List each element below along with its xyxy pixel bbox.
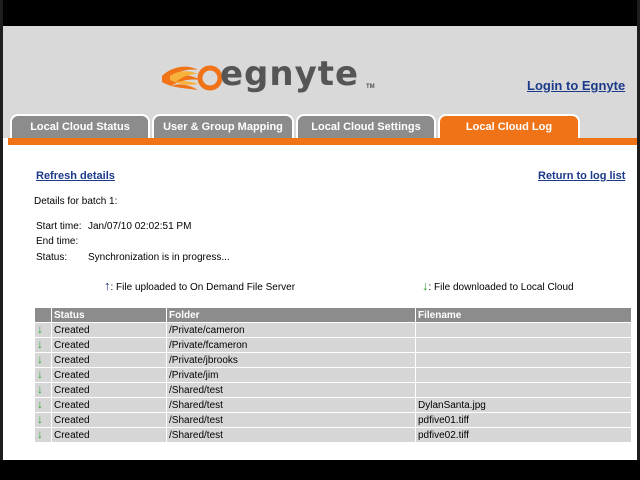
row-status: Created (51, 412, 167, 428)
tab-user-group-mapping[interactable]: User & Group Mapping (152, 114, 294, 138)
status-label: Status: (36, 252, 68, 263)
row-direction: ↓ (35, 367, 52, 383)
row-filename (415, 382, 632, 398)
arrow-down-icon: ↓ (37, 412, 43, 426)
return-to-log-list-link[interactable]: Return to log list (538, 170, 625, 182)
row-direction: ↓ (35, 382, 52, 398)
column-header-status: Status (51, 308, 167, 323)
end-time-label: End time: (36, 236, 79, 247)
upload-legend-text: : File uploaded to On Demand File Server (110, 282, 296, 293)
row-status: Created (51, 322, 167, 338)
row-folder: /Private/cameron (166, 322, 416, 338)
arrow-down-icon: ↓ (37, 397, 43, 411)
row-direction: ↓ (35, 322, 52, 338)
tab-local-cloud-log[interactable]: Local Cloud Log (438, 114, 580, 138)
logo-wordmark: egnyte (220, 54, 360, 94)
table-row: ↓ Created /Private/fcameron (35, 337, 632, 353)
row-status: Created (51, 382, 167, 398)
row-folder: /Shared/test (166, 427, 416, 442)
start-time-value: Jan/07/10 02:02:51 PM (88, 221, 192, 232)
row-filename: pdfive01.tiff (415, 412, 632, 428)
table-row: ↓ Created /Private/jbrooks (35, 352, 632, 368)
tab-local-cloud-status[interactable]: Local Cloud Status (10, 114, 150, 138)
arrow-down-icon: ↓ (37, 337, 43, 351)
arrow-down-icon: ↓ (37, 427, 43, 441)
egnyte-logo: egnyte TM (158, 54, 388, 100)
upload-legend: ↑: File uploaded to On Demand File Serve… (104, 278, 295, 293)
download-legend: ↓: File downloaded to Local Cloud (422, 278, 574, 293)
row-filename: pdfive02.tiff (415, 427, 632, 442)
tab-local-cloud-settings[interactable]: Local Cloud Settings (296, 114, 436, 138)
flame-logo-icon (162, 65, 222, 91)
row-direction: ↓ (35, 352, 52, 368)
row-folder: /Shared/test (166, 397, 416, 413)
row-filename (415, 322, 632, 338)
column-header-direction (35, 308, 52, 323)
table-header-row: Status Folder Filename (35, 308, 632, 323)
row-filename (415, 367, 632, 383)
refresh-details-link[interactable]: Refresh details (36, 170, 115, 182)
row-folder: /Private/jbrooks (166, 352, 416, 368)
table-row: ↓ Created /Shared/test pdfive02.tiff (35, 427, 632, 442)
row-status: Created (51, 367, 167, 383)
row-direction: ↓ (35, 397, 52, 413)
row-folder: /Private/fcameron (166, 337, 416, 353)
row-folder: /Shared/test (166, 382, 416, 398)
download-legend-text: : File downloaded to Local Cloud (428, 282, 574, 293)
row-status: Created (51, 352, 167, 368)
logo-trademark: TM (366, 84, 375, 90)
row-direction: ↓ (35, 412, 52, 428)
arrow-down-icon: ↓ (37, 367, 43, 381)
arrow-down-icon: ↓ (37, 382, 43, 396)
table-row: ↓ Created /Shared/test pdfive01.tiff (35, 412, 632, 428)
arrow-down-icon: ↓ (37, 352, 43, 366)
table-row: ↓ Created /Private/jim (35, 367, 632, 383)
arrow-down-icon: ↓ (37, 322, 43, 336)
tab-underline-bar (8, 138, 637, 145)
row-folder: /Shared/test (166, 412, 416, 428)
start-time-label: Start time: (36, 221, 82, 232)
window-bottom-border (0, 460, 640, 480)
table-row: ↓ Created /Shared/test (35, 382, 632, 398)
row-status: Created (51, 427, 167, 442)
window-top-border (0, 0, 640, 26)
row-direction: ↓ (35, 427, 52, 442)
row-filename (415, 352, 632, 368)
row-folder: /Private/jim (166, 367, 416, 383)
batch-title: Details for batch 1: (34, 196, 118, 207)
table-row: ↓ Created /Shared/test DylanSanta.jpg (35, 397, 632, 413)
column-header-folder: Folder (166, 308, 416, 323)
row-status: Created (51, 397, 167, 413)
row-filename (415, 337, 632, 353)
row-status: Created (51, 337, 167, 353)
login-link[interactable]: Login to Egnyte (527, 78, 625, 93)
column-header-filename: Filename (415, 308, 632, 323)
row-direction: ↓ (35, 337, 52, 353)
log-table: Status Folder Filename ↓ Created /Privat… (35, 308, 632, 442)
status-value: Synchronization is in progress... (88, 252, 230, 263)
table-row: ↓ Created /Private/cameron (35, 322, 632, 338)
row-filename: DylanSanta.jpg (415, 397, 632, 413)
